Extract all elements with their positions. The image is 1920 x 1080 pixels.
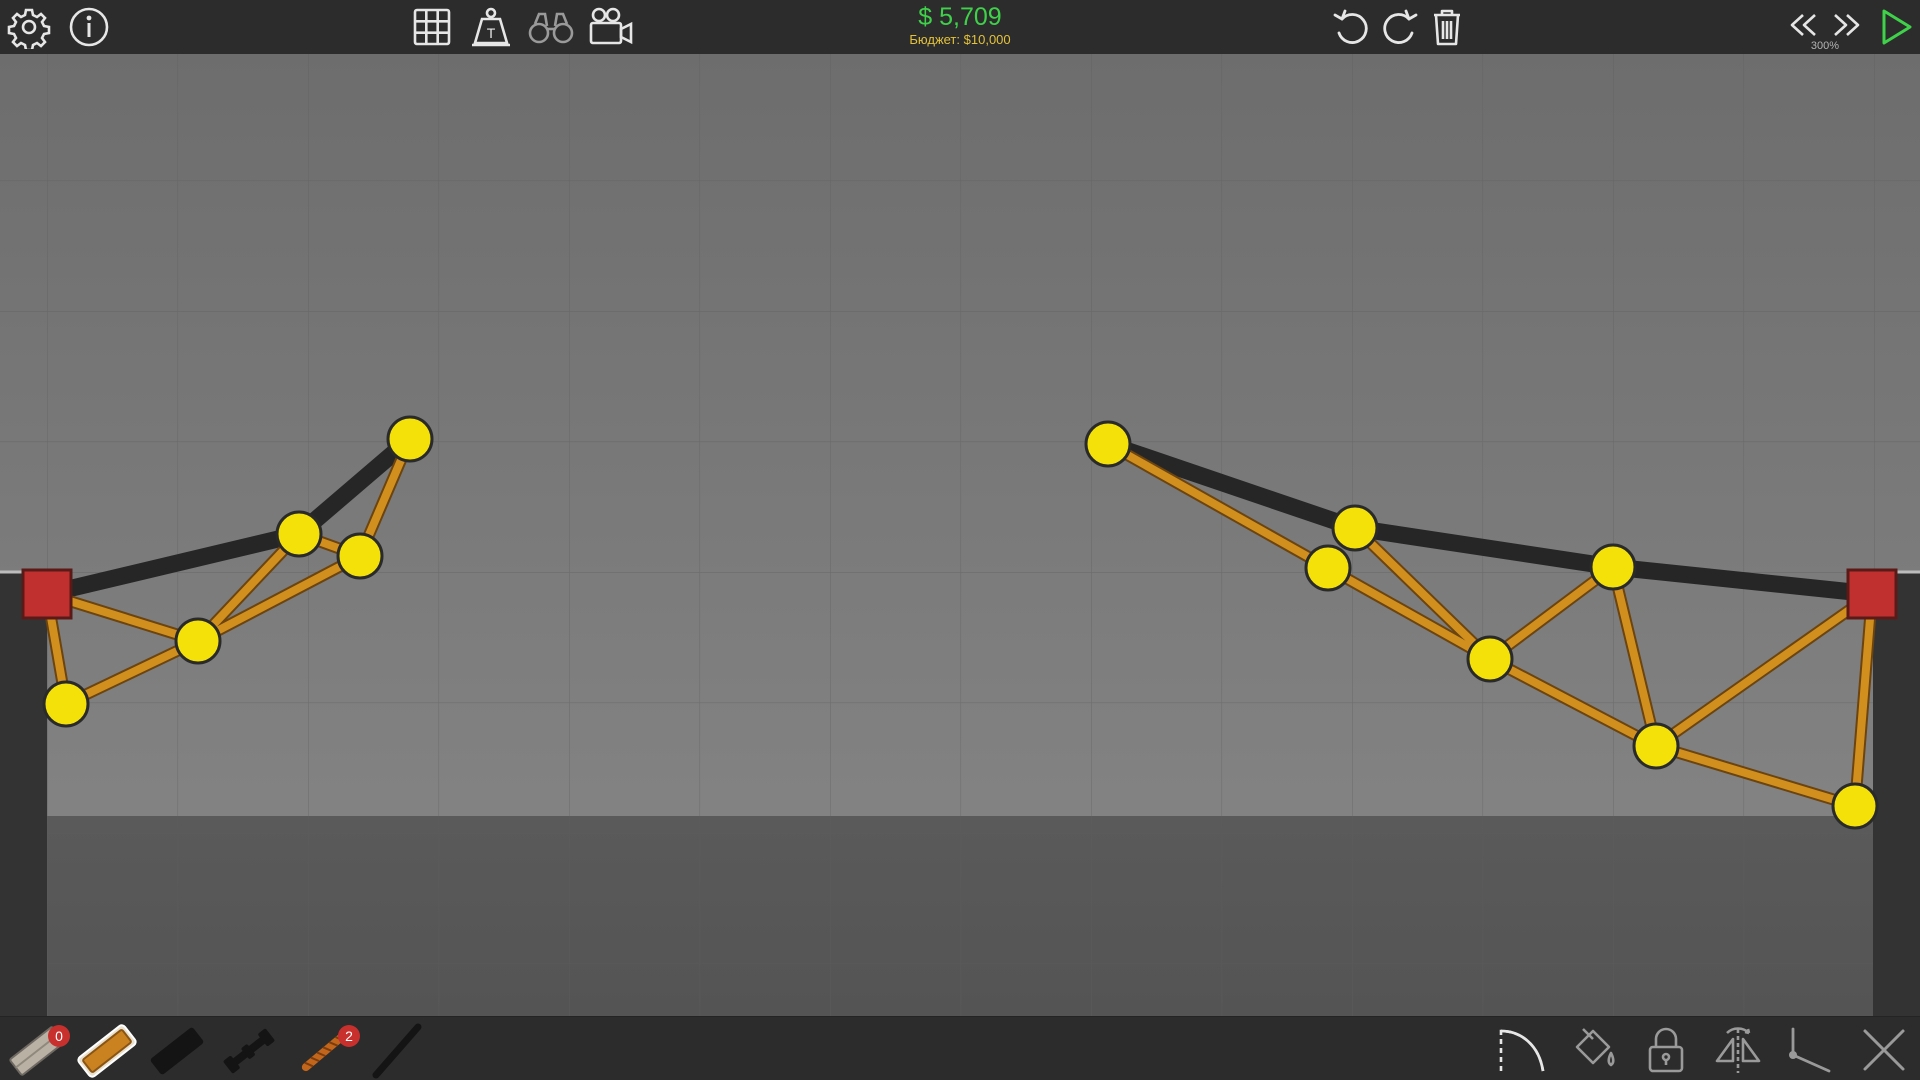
budget-display: $ 5,709 Бюджет: $10,000 <box>860 2 1060 52</box>
anchor-point[interactable] <box>21 568 73 620</box>
budget-value: $10,000 <box>963 32 1011 47</box>
info-icon[interactable] <box>62 0 116 54</box>
rope-count-badge: 2 <box>338 1025 360 1047</box>
grid-icon[interactable] <box>405 0 459 54</box>
material-road-button[interactable]: 0 <box>2 1019 72 1079</box>
joint[interactable] <box>1084 420 1132 468</box>
bridge-editor: T $ 5,709 Бюджет: $10,000 300% 0 2 <box>0 0 1920 1080</box>
wood-material-icon <box>150 1027 204 1075</box>
joint[interactable] <box>1831 782 1879 830</box>
lock-tool[interactable] <box>1636 1021 1696 1079</box>
material-steel-button[interactable] <box>214 1019 284 1079</box>
cost-value: $ 5,709 <box>918 3 1002 31</box>
paint-bucket-icon <box>1575 1028 1615 1067</box>
speed-value: 300% <box>1810 40 1840 52</box>
draw-curve-tool[interactable] <box>1492 1021 1552 1079</box>
road-count-badge: 0 <box>48 1025 70 1047</box>
material-rope-button[interactable]: 2 <box>290 1019 360 1079</box>
split-joint-tool[interactable] <box>1780 1021 1840 1079</box>
redo-icon[interactable] <box>1372 0 1426 54</box>
joint[interactable] <box>1331 504 1379 552</box>
close-tool[interactable] <box>1854 1021 1914 1079</box>
left-cliff <box>0 572 47 1016</box>
joint[interactable] <box>42 680 90 728</box>
bridge-canvas[interactable] <box>0 54 1920 1016</box>
svg-text:T: T <box>487 25 496 41</box>
undo-icon[interactable] <box>1325 0 1379 54</box>
material-toolbar: 0 2 <box>0 1016 1920 1080</box>
reinforced-road-icon <box>77 1024 137 1078</box>
trash-icon[interactable] <box>1420 0 1474 54</box>
right-cliff <box>1873 572 1920 1016</box>
joint[interactable] <box>275 510 323 558</box>
cable-material-icon <box>372 1023 422 1079</box>
play-icon[interactable] <box>1868 0 1920 54</box>
material-cable-button[interactable] <box>362 1019 432 1079</box>
draw-curve-icon <box>1499 1029 1545 1072</box>
mirror-icon <box>1715 1027 1761 1073</box>
lock-icon <box>1648 1027 1684 1073</box>
camera-icon[interactable] <box>584 0 638 54</box>
joint[interactable] <box>336 532 384 580</box>
steel-material-icon <box>223 1028 275 1074</box>
budget-label: Бюджет: <box>909 32 961 47</box>
joint[interactable] <box>386 415 434 463</box>
joint[interactable] <box>1466 635 1514 683</box>
joint[interactable] <box>1632 722 1680 770</box>
paint-tool[interactable] <box>1564 1021 1624 1079</box>
material-wood-button[interactable] <box>142 1019 212 1079</box>
joint[interactable] <box>174 617 222 665</box>
weight-icon[interactable]: T <box>464 0 518 54</box>
material-reinforced-road-button[interactable] <box>72 1019 142 1079</box>
top-toolbar: T $ 5,709 Бюджет: $10,000 300% <box>0 0 1920 55</box>
joint[interactable] <box>1589 543 1637 591</box>
joint[interactable] <box>1304 544 1352 592</box>
mirror-tool[interactable] <box>1708 1021 1768 1079</box>
split-joint-icon <box>1789 1027 1831 1073</box>
binoculars-icon[interactable] <box>524 0 578 54</box>
budget-line: Бюджет: $10,000 <box>860 32 1060 48</box>
settings-icon[interactable] <box>2 0 56 54</box>
close-icon <box>1863 1029 1905 1071</box>
anchor-point[interactable] <box>1846 568 1898 620</box>
build-area[interactable] <box>0 54 1920 1016</box>
